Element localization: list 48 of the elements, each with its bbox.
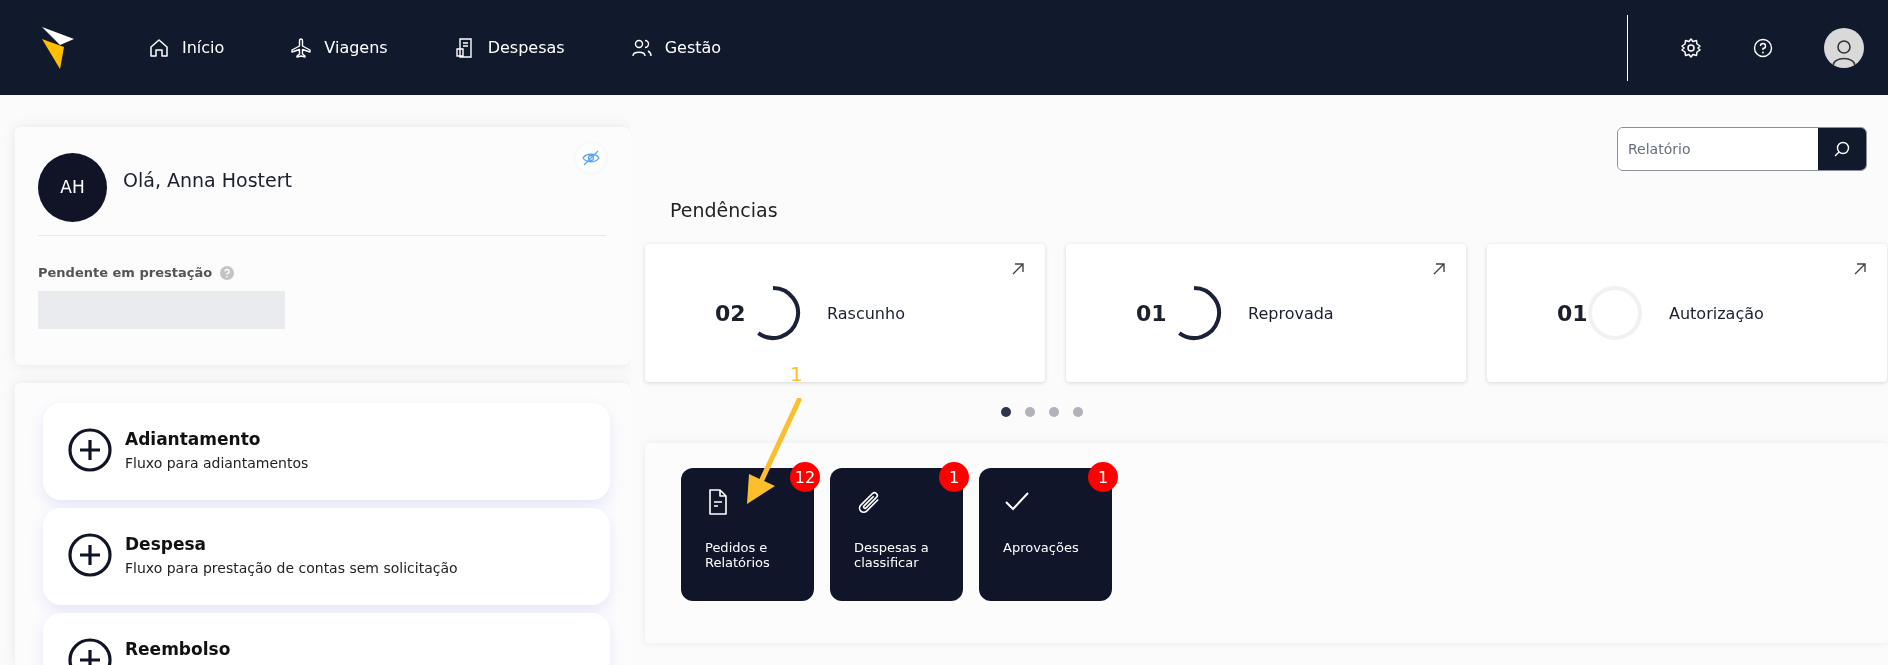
pending-label: Rascunho: [827, 303, 905, 323]
carousel-dot[interactable]: [1072, 407, 1083, 417]
external-arrow-icon: [1432, 262, 1446, 276]
pending-label: Pendente em prestação: [38, 265, 213, 280]
pending-count: 01: [1136, 300, 1168, 326]
carousel-dot[interactable]: [1000, 407, 1011, 417]
action-description: Fluxo para adiantamentos: [125, 455, 309, 471]
house-icon: [148, 36, 170, 59]
action-title: Adiantamento: [125, 429, 262, 449]
carousel-dot[interactable]: [1024, 407, 1035, 417]
pending-card[interactable]: 01 Reprovada: [1066, 244, 1466, 382]
external-arrow-icon: [1853, 262, 1867, 276]
tile-label: Pedidos e Relatórios: [705, 541, 771, 571]
search-field[interactable]: Relatório: [1617, 127, 1867, 171]
avatar-initials: AH: [38, 152, 107, 222]
nav-link[interactable]: Despesas: [453, 36, 565, 59]
search-button[interactable]: [1818, 128, 1866, 170]
greeting-text: Olá, Anna Hostert: [123, 169, 292, 191]
pending-card[interactable]: 01 Autorização: [1487, 244, 1887, 382]
pending-count: 01: [1557, 300, 1589, 326]
tile-label: Aprovações: [1003, 541, 1080, 556]
notification-badge: 1: [939, 462, 969, 492]
nav-link[interactable]: Viagens: [290, 36, 388, 59]
tile-label: Despesas a classificar: [854, 541, 930, 571]
notification-badge: 1: [1088, 462, 1118, 492]
pending-label: Autorização: [1669, 303, 1764, 323]
external-arrow-icon: [1011, 262, 1025, 276]
notification-badge: 12: [790, 462, 820, 492]
carousel-dot[interactable]: [1048, 407, 1059, 417]
avatar[interactable]: [1824, 27, 1864, 68]
action-title: Reembolso: [125, 639, 231, 659]
search-icon: [1833, 140, 1851, 158]
plus-circle-icon: [67, 427, 113, 473]
action-card[interactable]: Adiantamento Fluxo para adiantamentos: [43, 403, 610, 500]
settings-icon[interactable]: [1680, 36, 1702, 59]
help-icon[interactable]: [1752, 36, 1774, 59]
airplane-icon: [290, 36, 313, 59]
action-card[interactable]: Reembolso: [43, 613, 610, 665]
action-title: Despesa: [125, 534, 208, 554]
action-card[interactable]: Despesa Fluxo para prestação de contas sem solicitação: [43, 508, 610, 605]
pending-label: Reprovada: [1248, 303, 1334, 323]
action-description: Fluxo para prestação de contas sem solicitação: [125, 560, 458, 576]
nav-link[interactable]: Início: [148, 36, 225, 59]
nav-link[interactable]: Gestão: [630, 36, 722, 59]
eye-slash-icon: [582, 150, 600, 166]
plus-circle-icon: [67, 532, 113, 578]
section-title: Pendências: [670, 199, 779, 221]
pending-count: 02: [715, 300, 747, 326]
